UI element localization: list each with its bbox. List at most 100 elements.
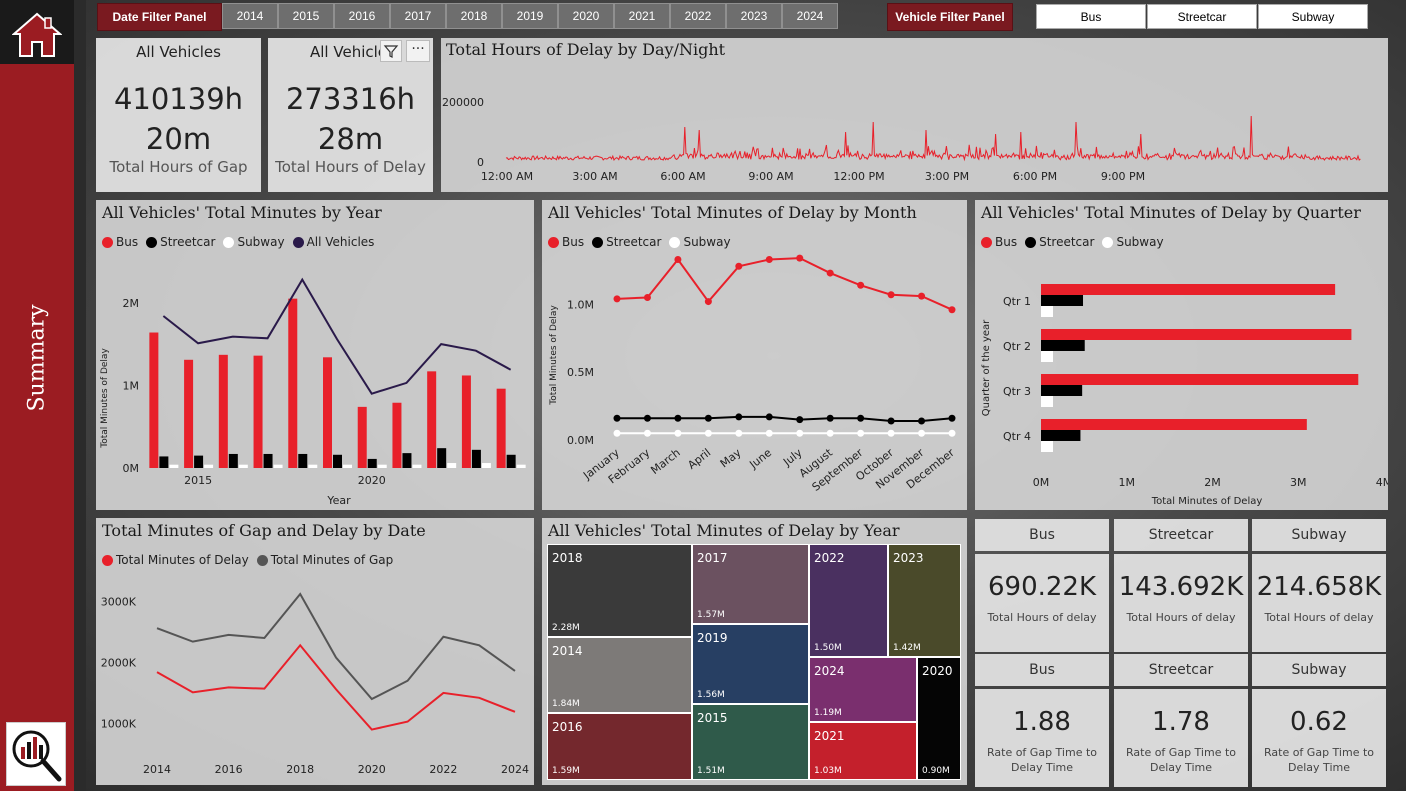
- vehicle-filter-streetcar[interactable]: Streetcar: [1147, 4, 1257, 29]
- bar-bus: [1041, 374, 1359, 385]
- x-tick-label: 2015: [184, 474, 212, 487]
- treemap-cell-2020[interactable]: 2020 0.90M: [917, 657, 961, 780]
- vehicle-kpi-head-streetcar: Streetcar: [1114, 654, 1248, 686]
- bar-subway: [169, 464, 179, 468]
- y-tick-label: Qtr 2: [1003, 340, 1031, 353]
- kpi-subtitle: Total Hours of Delay: [275, 158, 426, 176]
- point-subway: [857, 429, 865, 437]
- y-axis-label: Quarter of the year: [981, 319, 992, 416]
- year-filter-2023[interactable]: 2023: [726, 3, 782, 29]
- bar-subway: [273, 464, 283, 468]
- x-tick-label: 2018: [286, 763, 314, 776]
- x-tick-label: 2M: [1204, 476, 1221, 489]
- bar-subway: [377, 464, 387, 468]
- bar-streetcar: [506, 454, 516, 468]
- line-gap: [156, 592, 516, 701]
- point-subway: [643, 429, 651, 437]
- treemap-value-label: 0.90M: [922, 766, 950, 776]
- year-filter-2020[interactable]: 2020: [558, 3, 614, 29]
- treemap-cell-2022[interactable]: 2022 1.50M: [809, 544, 888, 657]
- bar-bus: [1041, 419, 1307, 430]
- treemap-cell-2015[interactable]: 2015 1.51M: [692, 704, 809, 780]
- bar-streetcar: [402, 453, 412, 468]
- gap-delay-chart: 3000K 2000K 1000K 2014 2016 2018 2020 2022 2024: [101, 592, 529, 776]
- bar-bus: [218, 354, 228, 468]
- year-filter-2021[interactable]: 2021: [614, 3, 670, 29]
- treemap-value-label: 1.57M: [697, 610, 725, 620]
- year-filter-2017[interactable]: 2017: [390, 3, 446, 29]
- y-tick-label: 2000K: [101, 656, 137, 669]
- bar-subway: [343, 464, 352, 468]
- treemap-card: All Vehicles' Total Minutes of Delay by …: [542, 518, 967, 785]
- year-filter-2018[interactable]: 2018: [446, 3, 502, 29]
- treemap-cell-2019[interactable]: 2019 1.56M: [692, 624, 809, 704]
- home-icon[interactable]: [11, 10, 63, 60]
- point-bus: [704, 298, 712, 306]
- year-filter-2016[interactable]: 2016: [334, 3, 390, 29]
- bar-bus: [149, 332, 159, 468]
- kpi-title: All Vehicles: [136, 43, 221, 61]
- y-tick-label: 0.0M: [567, 434, 594, 447]
- treemap-cell-2024[interactable]: 2024 1.19M: [809, 657, 917, 722]
- kpi-value: 273316h: [285, 82, 416, 116]
- vehicle-kpi-subtitle: Total Hours of delay: [1126, 611, 1236, 624]
- treemap-value-label: 1.19M: [814, 708, 842, 718]
- treemap-value-label: 1.50M: [814, 643, 842, 653]
- point-bus: [857, 281, 865, 289]
- x-tick-label: 9:00 PM: [1101, 170, 1145, 183]
- treemap-year-label: 2016: [552, 720, 583, 734]
- kpi-subtitle: Total Hours of Gap: [109, 158, 248, 176]
- year-filter-2015[interactable]: 2015: [278, 3, 334, 29]
- vehicle-kpi-card: 143.692K Total Hours of delay: [1114, 554, 1248, 652]
- treemap-cell-2016[interactable]: 2016 1.59M: [547, 713, 692, 780]
- point-streetcar: [857, 414, 865, 422]
- treemap-cell-2021[interactable]: 2021 1.03M: [809, 722, 917, 780]
- x-tick-label: 6:00 PM: [1013, 170, 1057, 183]
- y-tick-label: 0.5M: [567, 366, 594, 379]
- bar-streetcar: [333, 454, 342, 468]
- vehicle-kpi-head-bus: Bus: [975, 654, 1109, 686]
- point-streetcar: [735, 413, 743, 421]
- x-tick-label: 3M: [1290, 476, 1307, 489]
- x-tick-label: 6:00 AM: [660, 170, 705, 183]
- point-bus: [918, 292, 926, 300]
- bar-streetcar: [471, 449, 481, 468]
- treemap-cell-2014[interactable]: 2014 1.84M: [547, 637, 692, 713]
- bar-subway: [1041, 441, 1054, 452]
- bar-streetcar: [194, 455, 204, 468]
- year-filter-2024[interactable]: 2024: [782, 3, 838, 29]
- point-bus: [735, 262, 743, 270]
- x-tick-label: 1M: [1119, 476, 1136, 489]
- treemap-year-label: 2015: [697, 711, 728, 725]
- filter-icon[interactable]: [380, 40, 402, 62]
- year-chart: 2M 1M 0M Total Minutes of Delay 2015 2020 Year: [100, 277, 526, 507]
- treemap-value-label: 1.59M: [552, 766, 580, 776]
- treemap-cell-2023[interactable]: 2023 1.42M: [888, 544, 961, 657]
- x-tick-label: 2020: [358, 763, 386, 776]
- treemap-cell-2018[interactable]: 2018 2.28M: [547, 544, 692, 637]
- vehicle-kpi-card: 690.22K Total Hours of delay: [975, 554, 1109, 652]
- year-filter-2022[interactable]: 2022: [670, 3, 726, 29]
- treemap-year-label: 2020: [922, 664, 953, 678]
- y-tick-label: 200000: [442, 96, 484, 109]
- x-tick-label: June: [746, 446, 774, 472]
- vehicle-kpi-card: 1.88 Rate of Gap Time to Delay Time: [975, 689, 1109, 787]
- kpi-card-delay: All Vehicles ··· 273316h 28m Total Hours…: [268, 38, 433, 192]
- bar-bus: [323, 357, 332, 468]
- bar-streetcar: [1041, 340, 1085, 351]
- bar-bus: [1041, 284, 1336, 295]
- treemap-cell-2017[interactable]: 2017 1.57M: [692, 544, 809, 624]
- report-search-icon[interactable]: [6, 722, 66, 786]
- year-filter-2014[interactable]: 2014: [222, 3, 278, 29]
- year-filter-2019[interactable]: 2019: [502, 3, 558, 29]
- vehicle-filter-bus[interactable]: Bus: [1036, 4, 1146, 29]
- bar-subway: [516, 464, 526, 468]
- x-tick-label: 12:00 AM: [481, 170, 533, 183]
- vehicle-kpi-head-subway: Subway: [1252, 519, 1386, 551]
- vehicle-filter-subway[interactable]: Subway: [1258, 4, 1368, 29]
- bar-subway: [204, 464, 214, 468]
- more-options-icon[interactable]: ···: [406, 40, 430, 62]
- point-subway: [613, 429, 621, 437]
- chart-title: All Vehicles' Total Minutes of Delay by …: [548, 521, 900, 540]
- vehicle-kpi-card: 1.78 Rate of Gap Time to Delay Time: [1114, 689, 1248, 787]
